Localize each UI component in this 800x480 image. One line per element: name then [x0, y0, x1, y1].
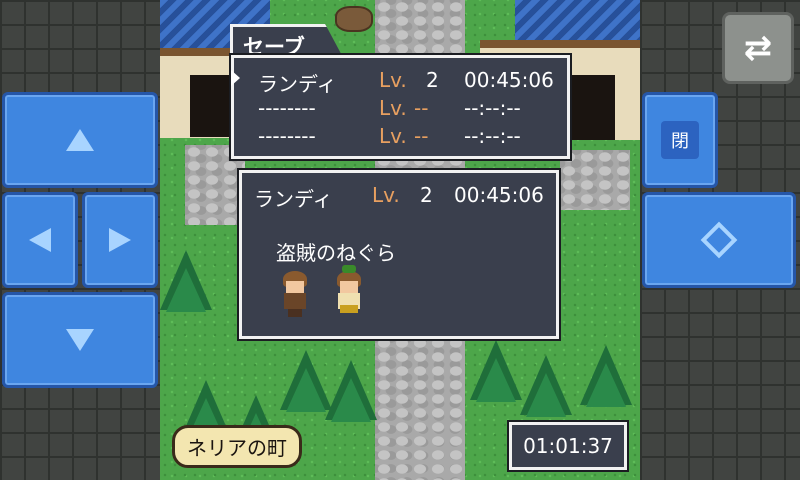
pine-tree — [580, 345, 632, 407]
close-label: 閉 — [661, 121, 699, 159]
town-name-label: ネリアの町 — [172, 425, 302, 468]
up-arrow-icon — [66, 129, 94, 151]
close-menu-button[interactable]: 閉 — [642, 92, 718, 188]
save-slot-2[interactable]: -------- Lv. -- --:--:-- — [234, 96, 567, 126]
slot-level: -- — [414, 96, 429, 120]
tree-stump — [335, 6, 373, 32]
pine-tree — [520, 355, 572, 417]
right-arrow-icon — [109, 228, 131, 252]
diamond-icon — [700, 221, 738, 259]
detail-location: 盗賊のねぐら — [276, 241, 396, 265]
play-time-clock: 01:01:37 — [509, 422, 627, 470]
save-slot-3[interactable]: -------- Lv. -- --:--:-- — [234, 124, 567, 154]
slot-level: -- — [414, 124, 429, 148]
down-arrow-icon — [66, 329, 94, 351]
house-door-left — [190, 75, 232, 137]
swap-layout-button[interactable]: ⇄ — [722, 12, 794, 84]
left-arrow-icon — [29, 228, 51, 252]
pine-tree — [160, 250, 212, 312]
save-slot-1[interactable]: ランディ Lv. 2 00:45:06 — [234, 68, 567, 98]
slot-time: --:--:-- — [464, 124, 521, 148]
detail-name: ランディ — [254, 187, 333, 211]
slot-time: --:--:-- — [464, 96, 521, 120]
dpad-up-button[interactable] — [2, 92, 158, 188]
selection-cursor-icon — [231, 70, 240, 86]
save-detail-window: ランディ Lv. 2 00:45:06 盗賊のねぐら — [239, 170, 559, 339]
slot-lv-label: Lv. — [379, 96, 407, 120]
slot-lv-label: Lv. — [379, 124, 407, 148]
hero-sprite — [280, 271, 310, 317]
detail-time: 00:45:06 — [454, 183, 544, 207]
dpad-down-button[interactable] — [2, 292, 158, 388]
slot-name: -------- — [258, 96, 316, 120]
detail-level: 2 — [420, 183, 433, 207]
dpad-right-button[interactable] — [82, 192, 158, 288]
pine-tree — [470, 340, 522, 402]
slot-time: 00:45:06 — [464, 68, 554, 92]
slot-lv-label: Lv. — [379, 68, 407, 92]
detail-lv-label: Lv. — [372, 183, 400, 207]
swap-icon: ⇄ — [743, 28, 773, 68]
slot-name: -------- — [258, 124, 316, 148]
companion-sprite — [334, 265, 364, 317]
slot-level: 2 — [426, 68, 439, 92]
dpad-left-button[interactable] — [2, 192, 78, 288]
stone-path-right — [560, 150, 630, 210]
pine-tree — [325, 360, 377, 422]
house-beam-right — [480, 40, 640, 48]
save-slot-window: ランディ Lv. 2 00:45:06 -------- Lv. -- --:-… — [231, 55, 570, 159]
confirm-button[interactable] — [642, 192, 796, 288]
detail-location-row: 盗賊のねぐら — [242, 237, 556, 267]
slot-name: ランディ — [258, 72, 337, 96]
detail-header: ランディ Lv. 2 00:45:06 — [242, 183, 556, 213]
